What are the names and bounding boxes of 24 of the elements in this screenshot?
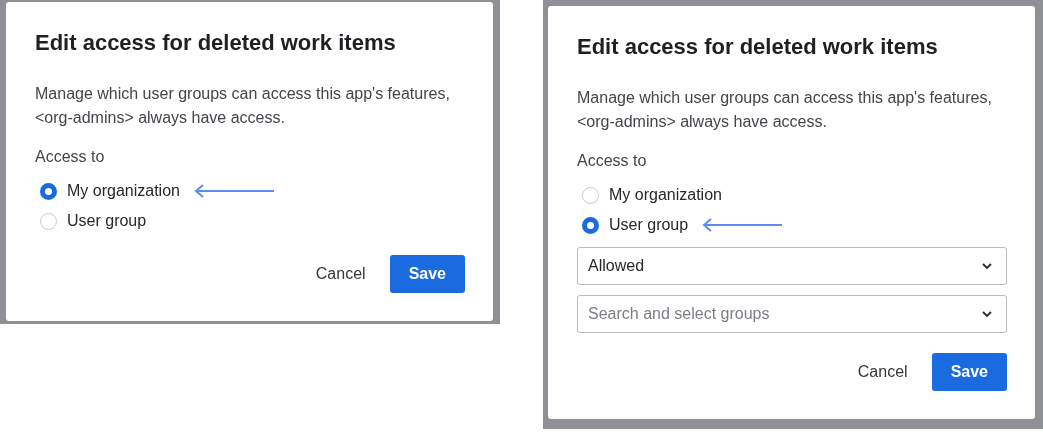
dialog-title: Edit access for deleted work items: [577, 33, 939, 61]
cancel-button[interactable]: Cancel: [315, 255, 366, 293]
dropdown-field[interactable]: Search and select groups: [577, 295, 1007, 333]
radio-label[interactable]: User group: [609, 214, 689, 236]
radio-button[interactable]: [40, 212, 57, 230]
radio-button[interactable]: [40, 182, 57, 200]
dialog-description: Manage which user groups can access this app's features, <org-admins> always have access.: [35, 84, 451, 128]
radio-label[interactable]: My organization: [67, 180, 180, 202]
dialog-description: Manage which user groups can access this app's features, <org-admins> always have access.: [577, 88, 993, 132]
cancel-button[interactable]: Cancel: [857, 353, 908, 391]
dropdown-placeholder: Search and select groups: [588, 305, 770, 323]
save-button[interactable]: Save: [389, 255, 465, 293]
dropdown-value: Allowed: [588, 257, 645, 275]
field-label: Access to: [35, 147, 106, 167]
dialog-title: Edit access for deleted work items: [35, 29, 397, 57]
dropdown-field[interactable]: Allowed: [577, 247, 1007, 285]
radio-button[interactable]: [582, 186, 599, 204]
radio-label[interactable]: My organization: [609, 184, 722, 206]
chevron-icon: [982, 262, 992, 270]
radio-label[interactable]: User group: [67, 210, 147, 232]
radio-button[interactable]: [582, 216, 599, 234]
chevron-icon: [982, 310, 992, 318]
field-label: Access to: [577, 151, 648, 171]
save-button[interactable]: Save: [931, 353, 1007, 391]
